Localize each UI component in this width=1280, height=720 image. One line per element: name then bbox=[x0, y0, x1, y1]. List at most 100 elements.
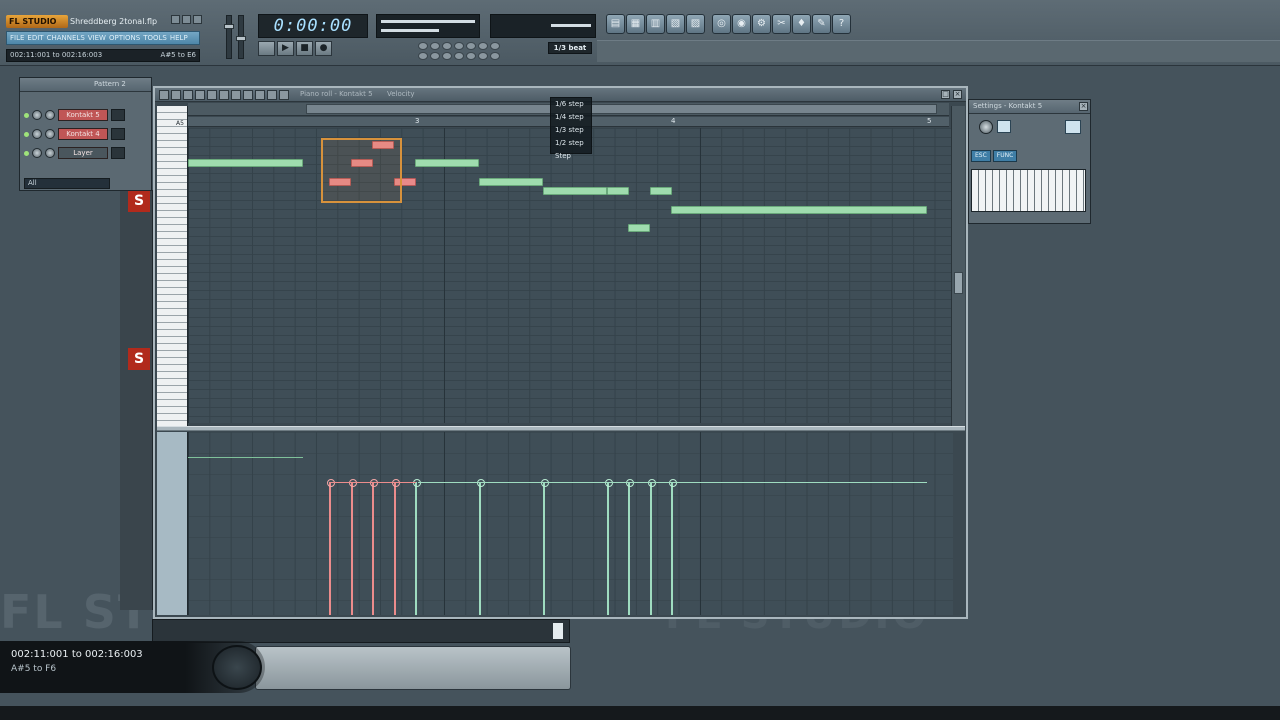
scroll-thumb[interactable] bbox=[954, 272, 963, 294]
mini-keyboard[interactable] bbox=[971, 169, 1086, 212]
piano-roll-icon[interactable]: ▥ bbox=[646, 14, 665, 34]
note-grid[interactable] bbox=[188, 128, 953, 423]
channel-row[interactable]: Kontakt 4 bbox=[24, 127, 125, 141]
note[interactable] bbox=[479, 178, 543, 186]
pan-knob-icon[interactable] bbox=[32, 148, 42, 158]
selection-box[interactable] bbox=[321, 138, 402, 203]
tools-icon[interactable]: ⚙ bbox=[752, 14, 771, 34]
close-icon[interactable]: × bbox=[1079, 102, 1088, 111]
jog-dial-icon[interactable] bbox=[212, 645, 262, 690]
record-button[interactable]: ● bbox=[315, 41, 332, 56]
step-sequencer-icon[interactable]: ▦ bbox=[626, 14, 645, 34]
velocity-bar[interactable] bbox=[413, 479, 421, 615]
snap-option[interactable]: 1/2 step bbox=[551, 137, 591, 150]
zoom-icon[interactable] bbox=[255, 90, 265, 100]
velocity-bar[interactable] bbox=[541, 479, 549, 615]
velocity-bar[interactable] bbox=[626, 479, 634, 615]
channel-steps[interactable] bbox=[111, 147, 125, 159]
master-volume-slider[interactable] bbox=[224, 15, 234, 59]
event-target-select[interactable]: Velocity bbox=[387, 88, 414, 101]
velocity-bar[interactable] bbox=[370, 479, 378, 615]
pan-knob-icon[interactable] bbox=[32, 110, 42, 120]
instrument-preset-icon[interactable] bbox=[997, 120, 1011, 133]
mixer-icon[interactable]: ▨ bbox=[686, 14, 705, 34]
snap-selector[interactable]: 1/3 beat bbox=[548, 42, 592, 54]
playlist-icon[interactable]: ▤ bbox=[606, 14, 625, 34]
note[interactable] bbox=[671, 206, 927, 214]
channel-steps[interactable] bbox=[111, 109, 125, 121]
instrument-title-bar[interactable]: Settings - Kontakt 5 bbox=[969, 100, 1090, 114]
menu-channels[interactable]: CHANNELS bbox=[47, 33, 85, 43]
wrench-icon[interactable]: ✎ bbox=[812, 14, 831, 34]
stop-button[interactable]: ■ bbox=[296, 41, 313, 56]
magnet-icon[interactable] bbox=[171, 90, 181, 100]
piano-keyboard[interactable]: A5 bbox=[157, 106, 188, 426]
volume-knob-icon[interactable] bbox=[45, 148, 55, 158]
link-icon[interactable]: ✂ bbox=[772, 14, 791, 34]
minimize-icon[interactable] bbox=[171, 15, 180, 24]
channel-row[interactable]: Layer bbox=[24, 146, 125, 160]
playlist-scrollbar[interactable] bbox=[152, 619, 570, 643]
snap-option[interactable]: 1/4 step bbox=[551, 111, 591, 124]
delete-icon[interactable] bbox=[207, 90, 217, 100]
velocity-bar[interactable] bbox=[327, 479, 335, 615]
volume-knob-icon[interactable] bbox=[45, 129, 55, 139]
note[interactable] bbox=[650, 187, 672, 195]
note[interactable] bbox=[628, 224, 650, 232]
draw-icon[interactable] bbox=[183, 90, 193, 100]
playback-icon[interactable] bbox=[267, 90, 277, 100]
velocity-bar[interactable] bbox=[648, 479, 656, 615]
menu-view[interactable]: VIEW bbox=[88, 33, 106, 43]
vertical-scrollbar[interactable] bbox=[951, 106, 965, 426]
close-icon[interactable] bbox=[193, 15, 202, 24]
browser-icon[interactable]: ▧ bbox=[666, 14, 685, 34]
master-pitch-slider[interactable] bbox=[236, 15, 246, 59]
channel-name-button[interactable]: Layer bbox=[58, 147, 108, 159]
channel-name-button[interactable]: Kontakt 5 bbox=[58, 109, 108, 121]
mute-icon[interactable] bbox=[219, 90, 229, 100]
tab-esc[interactable]: ESC bbox=[971, 150, 991, 162]
menu-options[interactable]: OPTIONS bbox=[109, 33, 140, 43]
question-icon[interactable]: ? bbox=[832, 14, 851, 34]
pan-knob-icon[interactable] bbox=[32, 129, 42, 139]
velocity-editor[interactable] bbox=[188, 432, 953, 615]
tab-func[interactable]: FUNC bbox=[992, 150, 1018, 162]
instrument-options-icon[interactable] bbox=[1065, 120, 1081, 134]
select-icon[interactable] bbox=[243, 90, 253, 100]
menu-icon[interactable] bbox=[159, 90, 169, 100]
menu-file[interactable]: FILE bbox=[10, 33, 24, 43]
note[interactable] bbox=[188, 159, 303, 167]
note[interactable] bbox=[607, 187, 629, 195]
play-button[interactable]: ▶ bbox=[277, 41, 294, 56]
slice-icon[interactable] bbox=[231, 90, 241, 100]
speaker-icon[interactable] bbox=[279, 90, 289, 100]
close-icon[interactable]: × bbox=[953, 90, 962, 99]
maximize-icon[interactable] bbox=[182, 15, 191, 24]
channel-name-button[interactable]: Kontakt 4 bbox=[58, 128, 108, 140]
instrument-knob-icon[interactable] bbox=[979, 120, 993, 134]
scroll-thumb[interactable] bbox=[306, 104, 937, 114]
note[interactable] bbox=[415, 159, 479, 167]
channel-mute-led[interactable] bbox=[24, 131, 29, 137]
velocity-bar[interactable] bbox=[477, 479, 485, 615]
snap-option[interactable]: Step bbox=[551, 150, 591, 163]
channel-row[interactable]: Kontakt 5 bbox=[24, 108, 125, 122]
channel-mute-led[interactable] bbox=[24, 150, 29, 156]
volume-knob-icon[interactable] bbox=[45, 110, 55, 120]
velocity-bar[interactable] bbox=[669, 479, 677, 615]
plugin-picker-icon[interactable]: ◎ bbox=[712, 14, 731, 34]
velocity-bar[interactable] bbox=[605, 479, 613, 615]
menu-edit[interactable]: EDIT bbox=[27, 33, 43, 43]
snap-option[interactable]: 1/6 step bbox=[551, 98, 591, 111]
velocity-bar[interactable] bbox=[349, 479, 357, 615]
event-editor-splitter[interactable] bbox=[157, 426, 965, 431]
channel-steps[interactable] bbox=[111, 128, 125, 140]
help-icon[interactable]: ♦ bbox=[792, 14, 811, 34]
recording-options[interactable] bbox=[418, 42, 500, 60]
scroll-thumb[interactable] bbox=[553, 623, 563, 639]
note[interactable] bbox=[543, 187, 607, 195]
maximize-icon[interactable]: □ bbox=[941, 90, 950, 99]
channel-mute-led[interactable] bbox=[24, 112, 29, 118]
pattern-song-toggle[interactable] bbox=[258, 41, 275, 56]
velocity-bar[interactable] bbox=[392, 479, 400, 615]
